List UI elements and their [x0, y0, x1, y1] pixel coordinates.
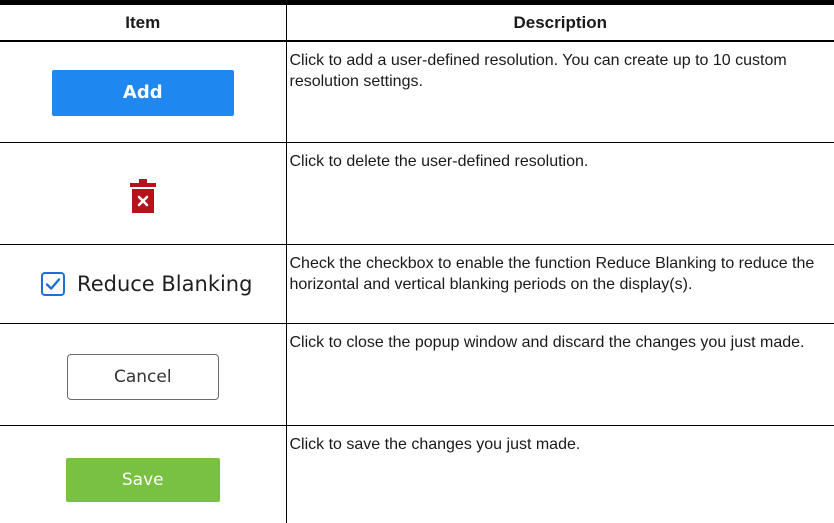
item-cell: Cancel	[0, 323, 287, 426]
checkbox-label: Reduce Blanking	[77, 272, 253, 296]
save-button[interactable]: Save	[65, 458, 220, 503]
description-cell: Click to close the popup window and disc…	[286, 323, 834, 426]
table-row: Reduce Blanking Check the checkbox to en…	[0, 244, 834, 324]
item-cell: Add	[0, 41, 287, 143]
cancel-button[interactable]: Cancel	[66, 353, 219, 400]
item-cell: Reduce Blanking	[0, 244, 287, 324]
description-cell: Click to delete the user-defined resolut…	[286, 142, 834, 245]
table-row: Click to delete the user-defined resolut…	[0, 142, 834, 245]
table-row: Cancel Click to close the popup window a…	[0, 323, 834, 426]
add-button[interactable]: Add	[51, 70, 234, 117]
reduce-blanking-checkbox[interactable]: Reduce Blanking	[41, 272, 252, 296]
checkbox-checked-icon[interactable]	[41, 272, 66, 296]
description-cell: Click to save the changes you just made.	[289, 435, 581, 453]
item-cell	[0, 142, 287, 245]
description-cell: Check the checkbox to enable the functio…	[286, 244, 834, 324]
item-description-table: Item Description Add Click to add a user…	[0, 0, 834, 523]
trash-delete-icon[interactable]	[129, 178, 156, 218]
table-row: Save Click to save the changes you just …	[0, 425, 834, 523]
description-cell: Click to add a user-defined resolution. …	[286, 41, 834, 143]
table-row: Add Click to add a user-defined resoluti…	[0, 41, 834, 143]
table-header-row: Item Description	[0, 0, 834, 42]
item-cell: Save	[0, 425, 287, 523]
header-item: Item	[0, 0, 287, 42]
header-description: Description	[286, 0, 834, 42]
